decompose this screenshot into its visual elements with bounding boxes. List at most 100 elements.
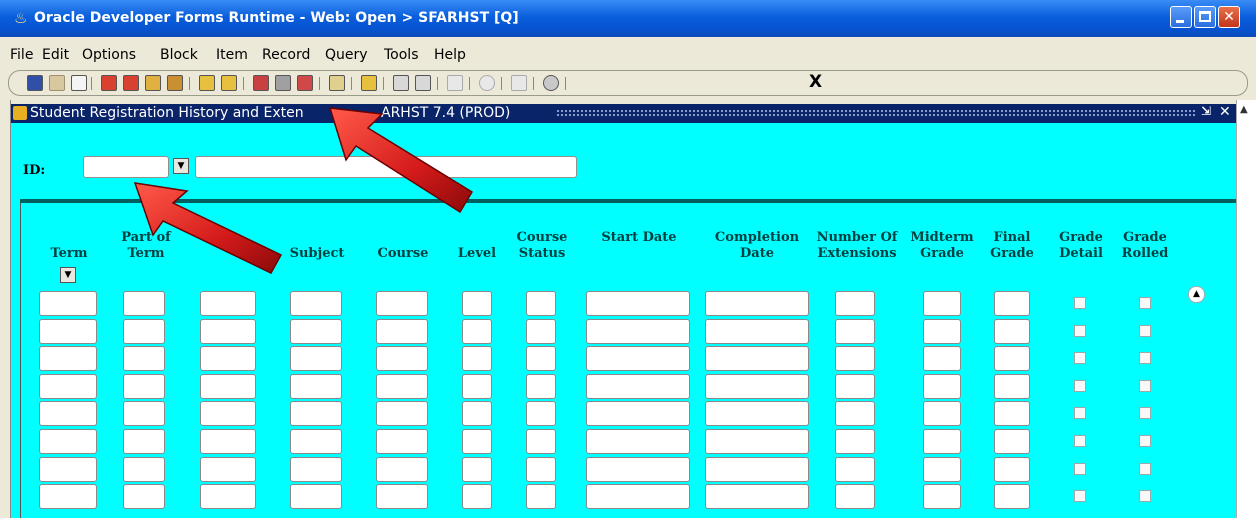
form-minimize-icon[interactable]: ⇲ [1201,104,1211,118]
record-field[interactable] [586,346,690,372]
id-input[interactable] [83,156,169,178]
minimize-button[interactable] [1170,6,1192,28]
record-field[interactable] [835,318,875,344]
record-field[interactable] [526,373,556,399]
record-field[interactable] [39,318,97,344]
record-field[interactable] [290,456,342,482]
record-field[interactable] [835,346,875,372]
save-icon[interactable] [27,75,43,91]
record-field[interactable] [835,291,875,316]
record-checkbox[interactable] [1139,407,1151,420]
record-field[interactable] [586,373,690,399]
remove-record-icon[interactable] [275,75,291,91]
record-field[interactable] [835,429,875,454]
record-field[interactable] [526,429,556,454]
record-checkbox[interactable] [1074,324,1086,337]
record-field[interactable] [39,429,97,454]
menu-edit[interactable]: Edit [42,47,69,63]
record-field[interactable] [376,429,428,454]
record-checkbox[interactable] [1074,379,1086,392]
previous-block-icon[interactable] [123,75,139,91]
record-field[interactable] [39,373,97,399]
record-checkbox[interactable] [1074,407,1086,420]
record-field[interactable] [123,346,165,372]
id-lov-button[interactable]: ▼ [173,158,189,174]
network-icon[interactable] [511,75,527,91]
record-field[interactable] [526,456,556,482]
record-field[interactable] [123,456,165,482]
record-field[interactable] [200,401,256,427]
record-field[interactable] [705,346,809,372]
record-field[interactable] [200,373,256,399]
print-icon[interactable] [71,75,87,91]
record-field[interactable] [376,373,428,399]
record-field[interactable] [123,401,165,427]
record-checkbox[interactable] [1074,435,1086,447]
record-checkbox[interactable] [1139,352,1151,365]
record-field[interactable] [586,484,690,510]
menu-options[interactable]: Options [82,47,136,63]
record-field[interactable] [200,346,256,372]
menu-item[interactable]: Item [216,47,248,63]
record-field[interactable] [462,291,492,316]
record-field[interactable] [123,291,165,316]
record-field[interactable] [586,318,690,344]
menu-help[interactable]: Help [434,47,466,63]
record-field[interactable] [586,429,690,454]
record-field[interactable] [923,346,961,372]
record-field[interactable] [200,484,256,510]
target-icon[interactable] [479,75,495,91]
record-field[interactable] [290,346,342,372]
insert-record-icon[interactable] [253,75,269,91]
help-icon[interactable] [543,75,559,91]
record-field[interactable] [923,291,961,316]
record-field[interactable] [994,429,1030,454]
record-field[interactable] [39,291,97,316]
record-field[interactable] [923,429,961,454]
record-field[interactable] [526,318,556,344]
record-field[interactable] [705,373,809,399]
record-field[interactable] [835,456,875,482]
form-close-icon[interactable]: ✕ [1219,104,1231,120]
speaker-icon[interactable] [447,75,463,91]
record-checkbox[interactable] [1139,297,1151,309]
record-field[interactable] [526,346,556,372]
record-field[interactable] [123,484,165,510]
record-field[interactable] [923,373,961,399]
enter-query-icon[interactable] [199,75,215,91]
rollback-icon[interactable] [49,75,65,91]
record-field[interactable] [376,291,428,316]
record-field[interactable] [705,291,809,316]
record-checkbox[interactable] [1074,462,1086,475]
record-checkbox[interactable] [1074,297,1086,309]
record-field[interactable] [923,456,961,482]
next-block-icon[interactable] [101,75,117,91]
record-field[interactable] [290,373,342,399]
record-field[interactable] [705,484,809,510]
record-field[interactable] [290,291,342,316]
record-field[interactable] [835,373,875,399]
record-field[interactable] [923,318,961,344]
record-field[interactable] [462,373,492,399]
record-field[interactable] [39,346,97,372]
record-field[interactable] [526,484,556,510]
delete-record-icon[interactable] [297,75,313,91]
record-field[interactable] [290,484,342,510]
menu-record[interactable]: Record [262,47,310,63]
record-field[interactable] [376,346,428,372]
record-field[interactable] [994,318,1030,344]
extract-alt-icon[interactable] [415,75,431,91]
lov-icon[interactable] [145,75,161,91]
record-field[interactable] [994,401,1030,427]
scroll-up-icon[interactable]: ▲ [1188,286,1205,303]
record-field[interactable] [200,291,256,316]
record-field[interactable] [39,484,97,510]
record-field[interactable] [376,456,428,482]
records-scrollbar[interactable]: ▲ [1188,286,1206,518]
record-field[interactable] [705,318,809,344]
record-field[interactable] [705,456,809,482]
record-field[interactable] [290,429,342,454]
menu-query[interactable]: Query [325,47,368,63]
record-checkbox[interactable] [1139,379,1151,392]
clear-icon[interactable] [329,75,345,91]
